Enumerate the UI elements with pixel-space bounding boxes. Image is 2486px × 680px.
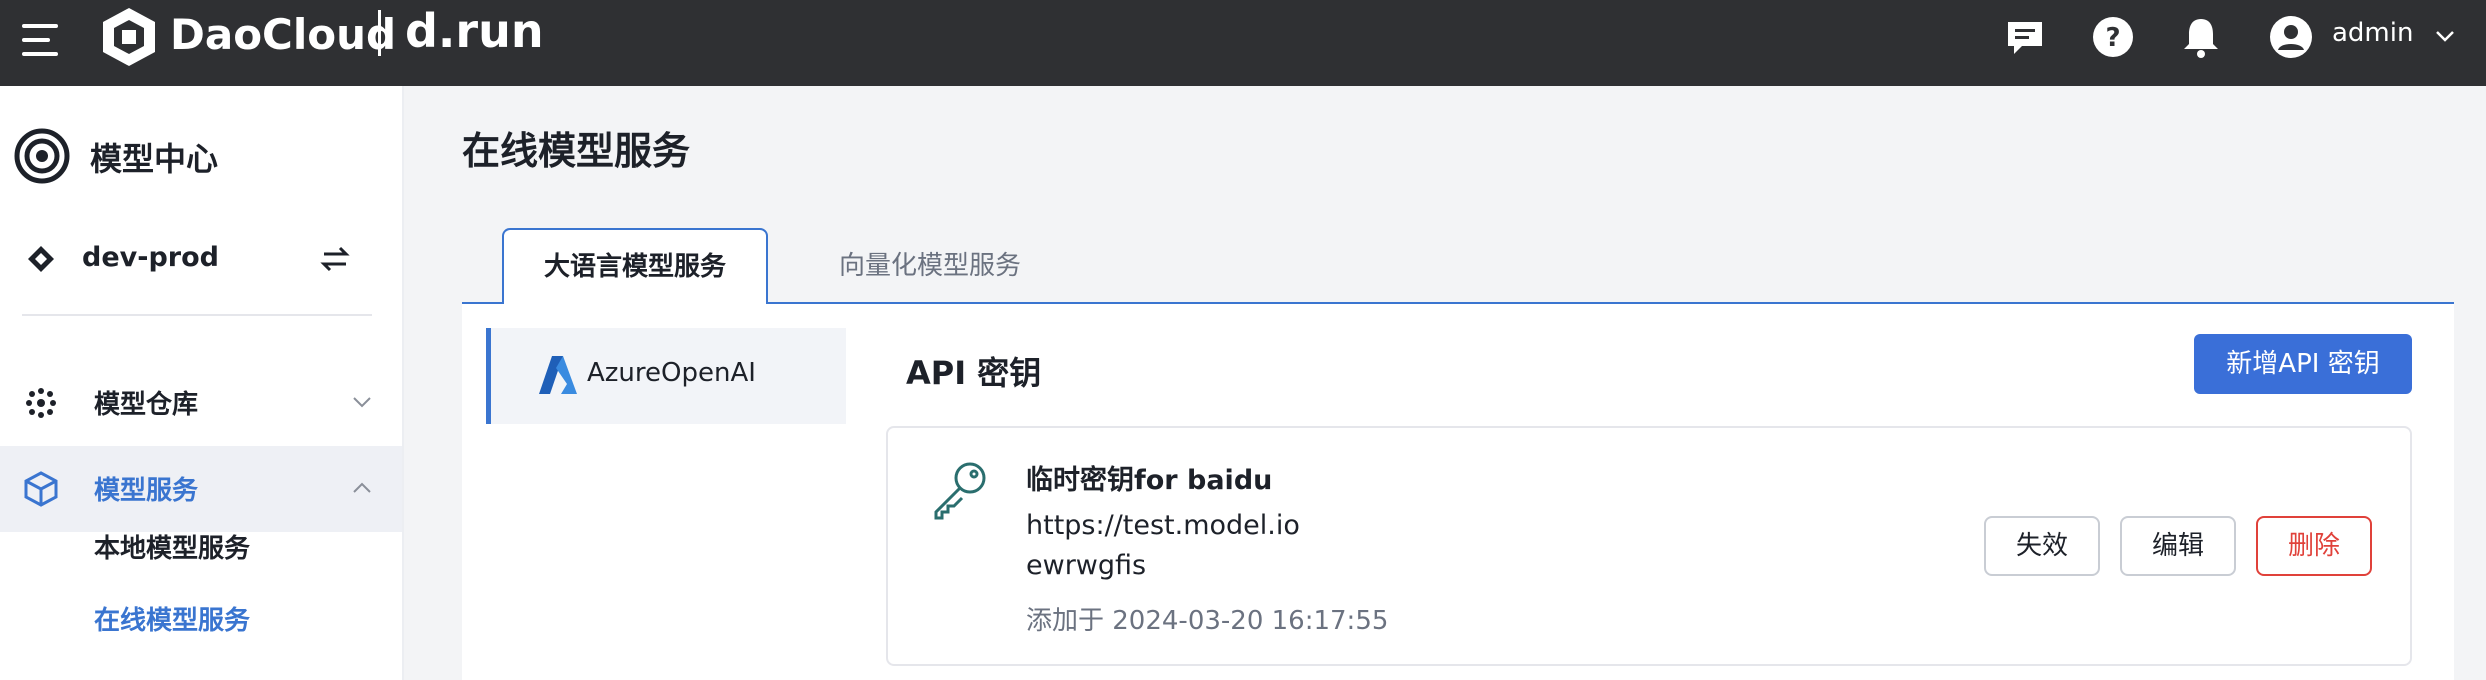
chat-icon[interactable] [2002,14,2048,60]
key-icon [934,462,986,520]
provider-name: AzureOpenAI [587,358,756,388]
sidebar-subitem-online-service[interactable]: 在线模型服务 [94,600,250,637]
bell-icon[interactable] [2178,14,2224,60]
help-icon[interactable]: ? [2090,14,2136,60]
cube-icon [24,471,58,507]
sidebar-item-label: 模型服务 [94,476,199,506]
sidebar-divider [22,314,372,316]
switch-workspace-icon[interactable] [318,242,352,276]
sidebar: 模型中心 dev-prod 模型仓库 模型服务 本地模型服务 在线模型服务 [0,86,402,680]
disable-key-button[interactable]: 失效 [1984,516,2100,576]
section-title: API 密钥 [906,354,1042,392]
api-key-secret: ewrwgfis [1026,550,1147,581]
user-avatar-icon[interactable] [2268,14,2314,60]
sidebar-edge [402,86,404,680]
add-api-key-button[interactable]: 新增API 密钥 [2194,334,2412,394]
chevron-up-icon [353,482,371,493]
api-key-url: https://test.model.io [1026,510,1300,541]
edit-key-button[interactable]: 编辑 [2120,516,2236,576]
azure-logo-icon [539,356,577,394]
active-tab-gap [504,302,766,304]
sidebar-item-model-repo[interactable]: 模型仓库 [0,360,402,446]
sidebar-item-label: 模型仓库 [94,390,199,420]
tab-llm-service[interactable]: 大语言模型服务 [502,228,768,304]
delete-key-button[interactable]: 删除 [2256,516,2372,576]
chevron-down-icon [353,397,371,408]
menu-icon[interactable] [22,22,62,62]
model-repo-icon [26,388,56,418]
brand-name: DaoCloud [170,10,397,59]
svg-text:?: ? [2105,23,2120,53]
api-key-card: 临时密钥for baidu https://test.model.io ewrw… [886,426,2412,666]
sidebar-subitem-local-service[interactable]: 本地模型服务 [94,528,250,565]
user-name[interactable]: admin [2332,18,2413,48]
chevron-down-icon[interactable] [2433,24,2457,48]
provider-item-azureopenai[interactable]: AzureOpenAI [486,328,846,424]
sidebar-item-model-service[interactable]: 模型服务 [0,446,402,532]
api-key-name: 临时密钥for baidu [1026,465,1273,496]
workspace-name[interactable]: dev-prod [82,242,219,273]
product-name: d.run [405,4,544,58]
brand-separator [378,10,381,56]
tab-embedding-service[interactable]: 向量化模型服务 [820,228,1040,304]
top-bar: DaoCloud d.run ? admin [0,0,2486,86]
model-center-logo-icon [14,128,70,184]
daocloud-logo-icon [103,8,155,66]
page-title: 在线模型服务 [462,129,691,173]
api-key-added-time: 添加于 2024-03-20 16:17:55 [1026,606,1389,636]
workspace-icon [28,246,54,272]
sidebar-title: 模型中心 [90,140,219,178]
